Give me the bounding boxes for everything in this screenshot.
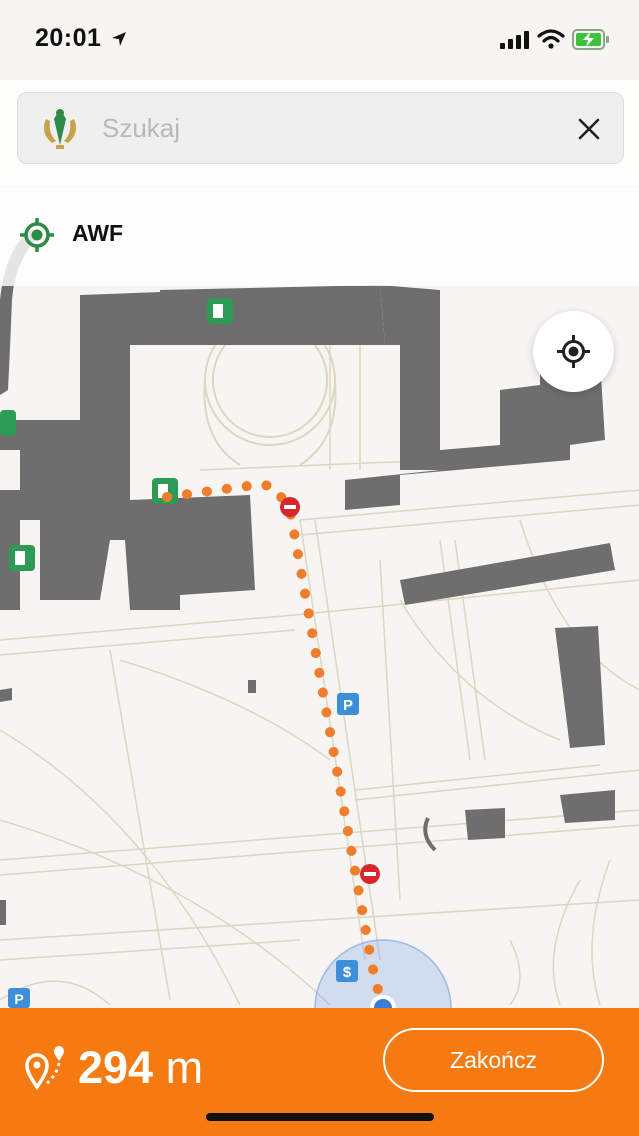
current-location-bar[interactable]: AWF xyxy=(0,186,639,286)
cellular-signal-icon xyxy=(500,31,529,49)
end-navigation-button[interactable]: Zakończ xyxy=(383,1028,604,1092)
crosshair-icon xyxy=(557,335,590,368)
status-bar: 20:01 xyxy=(0,0,639,80)
locate-me-button[interactable] xyxy=(533,311,614,392)
distance-readout: 294 m xyxy=(78,1042,203,1094)
awf-emblem-logo xyxy=(44,109,76,149)
distance-unit: m xyxy=(165,1042,204,1093)
cashier-icon: $ xyxy=(336,960,358,982)
svg-text:$: $ xyxy=(343,964,352,981)
search-input[interactable]: Szukaj xyxy=(102,93,180,163)
route-pin-icon xyxy=(25,1046,64,1091)
location-label: AWF xyxy=(72,220,124,246)
battery-charging-icon xyxy=(572,29,609,50)
distance-value: 294 xyxy=(78,1042,154,1093)
svg-text:P: P xyxy=(14,991,23,1007)
search-bar[interactable]: Szukaj xyxy=(17,92,624,164)
close-icon[interactable] xyxy=(578,118,600,140)
location-arrow-icon xyxy=(112,32,126,46)
home-indicator[interactable] xyxy=(206,1113,434,1121)
wifi-icon xyxy=(537,29,565,49)
search-header: Szukaj xyxy=(0,80,639,187)
clock: 20:01 xyxy=(35,24,102,52)
target-location-icon xyxy=(20,218,54,252)
svg-text:P: P xyxy=(343,697,353,714)
